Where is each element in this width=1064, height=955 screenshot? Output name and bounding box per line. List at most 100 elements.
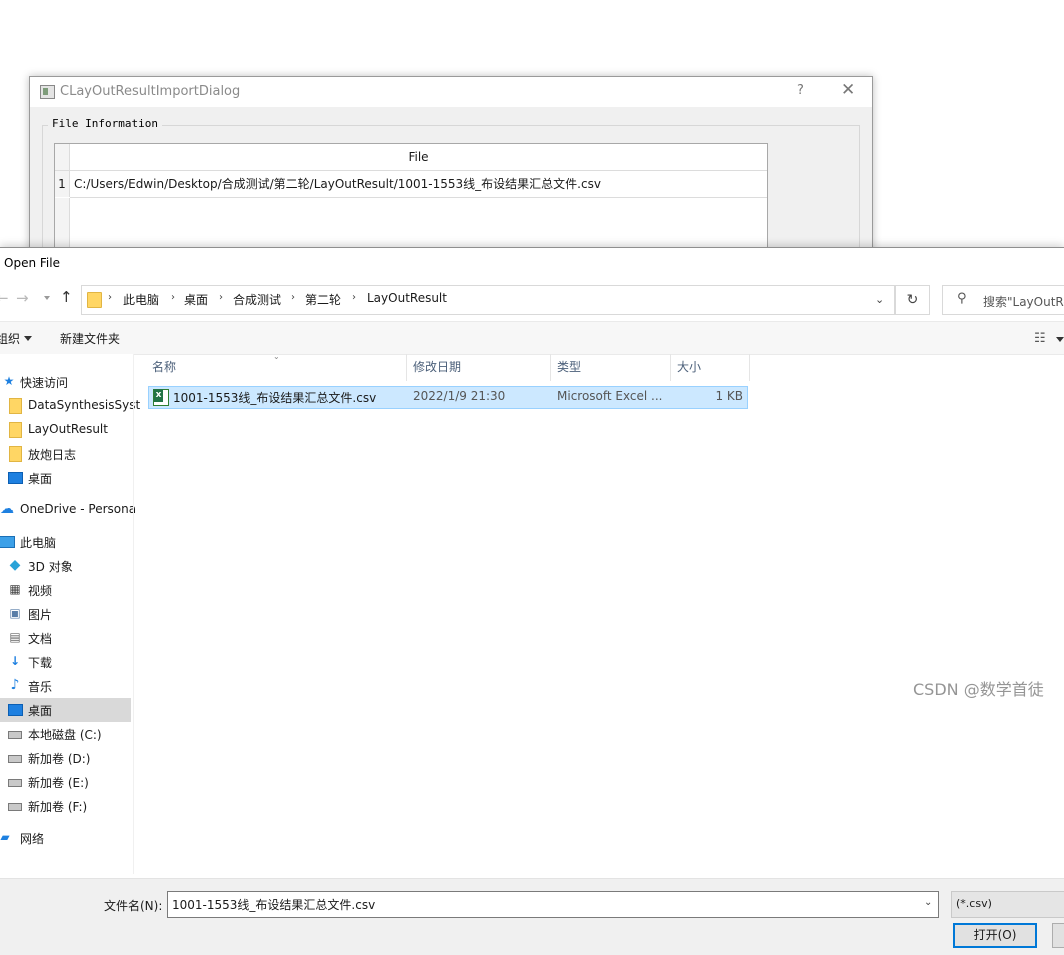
- organize-menu-button[interactable]: 组织: [0, 330, 20, 347]
- help-button[interactable]: ?: [797, 83, 804, 98]
- sidebar-item-label: 本地磁盘 (C:): [28, 728, 102, 742]
- sidebar-item-network[interactable]: ▰ 网络: [0, 826, 131, 850]
- file-type-filter-select[interactable]: (*.csv): [951, 891, 1064, 918]
- table-cell-file-path[interactable]: C:/Users/Edwin/Desktop/合成测试/第二轮/LayOutRe…: [74, 171, 601, 197]
- sidebar-item-quick-access[interactable]: ★ 快速访问: [0, 370, 131, 394]
- cancel-button[interactable]: [1052, 923, 1064, 948]
- file-table[interactable]: File 1 C:/Users/Edwin/Desktop/合成测试/第二轮/L…: [54, 143, 768, 257]
- sidebar-item-music[interactable]: ♪ 音乐: [0, 674, 131, 698]
- address-bar[interactable]: › 此电脑 › 桌面 › 合成测试 › 第二轮 › LayOutResult ⌄: [81, 285, 895, 315]
- background-titlebar: CLayOutResultImportDialog ? ✕: [30, 77, 872, 107]
- new-folder-button[interactable]: 新建文件夹: [60, 330, 120, 347]
- sidebar-item-drive-d[interactable]: 新加卷 (D:): [0, 746, 131, 770]
- sidebar-item-onedrive[interactable]: ☁ OneDrive - Persona: [0, 498, 136, 522]
- background-dialog: CLayOutResultImportDialog ? ✕ File Infor…: [29, 76, 873, 258]
- sidebar-item-drive-e[interactable]: 新加卷 (E:): [0, 770, 131, 794]
- column-header-size[interactable]: 大小: [671, 354, 750, 381]
- breadcrumb-separator-icon[interactable]: ›: [171, 292, 175, 303]
- sidebar-item-this-pc[interactable]: 此电脑: [0, 530, 131, 554]
- sidebar-item-label: 新加卷 (E:): [28, 776, 89, 790]
- sidebar-item-layoutresult[interactable]: LayOutResult: [0, 418, 131, 442]
- sidebar-item-shot-log[interactable]: 放炮日志: [0, 442, 131, 466]
- breadcrumb-item[interactable]: 第二轮: [305, 291, 341, 308]
- view-options-icon[interactable]: ☷: [1034, 331, 1046, 346]
- sidebar-item-label: 桌面: [28, 472, 53, 486]
- open-button[interactable]: 打开(O): [953, 923, 1037, 948]
- background-dialog-title: CLayOutResultImportDialog: [60, 84, 241, 99]
- up-arrow-icon[interactable]: ↑: [60, 288, 73, 306]
- recent-locations-chevron-icon[interactable]: [44, 296, 50, 300]
- sidebar-item-downloads[interactable]: ↓ 下载: [0, 650, 131, 674]
- file-type: Microsoft Excel ...: [557, 389, 663, 403]
- table-row-divider: [70, 197, 767, 198]
- sidebar-item-label: 快速访问: [20, 376, 69, 390]
- sidebar-item-label: 桌面: [28, 704, 53, 718]
- file-modified-date: 2022/1/9 21:30: [413, 389, 506, 403]
- filename-label: 文件名(N):: [104, 899, 163, 913]
- open-file-dialog: Open File ← → ↑ › 此电脑 › 桌面 › 合成测试 › 第二轮 …: [0, 247, 1064, 955]
- close-button[interactable]: ✕: [841, 80, 855, 100]
- breadcrumb-separator-icon[interactable]: ›: [352, 292, 356, 303]
- sidebar-item-drive-f[interactable]: 新加卷 (F:): [0, 794, 131, 818]
- folder-icon: [9, 446, 22, 462]
- folder-icon: [87, 292, 102, 308]
- cloud-icon: ☁: [0, 501, 14, 517]
- network-icon: ▰: [0, 830, 10, 844]
- desktop-icon: [8, 472, 23, 484]
- music-icon: ♪: [10, 677, 20, 693]
- cube-icon: ◆: [9, 557, 21, 573]
- sidebar-item-label: 网络: [20, 832, 45, 846]
- computer-icon: [0, 536, 15, 548]
- address-dropdown-chevron-icon[interactable]: ⌄: [875, 293, 884, 306]
- filename-panel: 文件名(N): 1001-1553线_布设结果汇总文件.csv ⌄ (*.csv…: [0, 878, 1064, 955]
- breadcrumb-separator-icon[interactable]: ›: [291, 292, 295, 303]
- table-row-header[interactable]: 1: [55, 171, 70, 197]
- search-placeholder: 搜索"LayOutRe: [983, 295, 1064, 309]
- sidebar-item-videos[interactable]: ▦ 视频: [0, 578, 131, 602]
- breadcrumb-item[interactable]: 桌面: [184, 291, 208, 308]
- folder-icon: [9, 422, 22, 438]
- column-header-label: 名称: [152, 360, 177, 374]
- dialog-title: Open File: [4, 256, 60, 270]
- drive-icon: [8, 803, 22, 811]
- sidebar-item-desktop-selected[interactable]: 桌面: [0, 698, 131, 722]
- file-list-item[interactable]: 1001-1553线_布设结果汇总文件.csv 2022/1/9 21:30 M…: [148, 386, 748, 409]
- drive-icon: [8, 755, 22, 763]
- app-window-icon: [40, 85, 55, 99]
- sidebar-item-label: 下载: [28, 656, 53, 670]
- sidebar-item-documents[interactable]: ▤ 文档: [0, 626, 131, 650]
- breadcrumb-separator-icon[interactable]: ›: [219, 292, 223, 303]
- sidebar-item-label: OneDrive - Persona: [20, 502, 137, 516]
- groupbox-title: File Information: [48, 117, 162, 130]
- pane-divider[interactable]: [133, 354, 134, 874]
- file-name: 1001-1553线_布设结果汇总文件.csv: [173, 391, 377, 405]
- search-icon: ⚲: [957, 291, 967, 306]
- sidebar-item-drive-c[interactable]: 本地磁盘 (C:): [0, 722, 131, 746]
- breadcrumb-separator-icon[interactable]: ›: [108, 292, 112, 303]
- navigation-pane[interactable]: ★ 快速访问 DataSynthesisSyst LayOutResult 放炮…: [0, 354, 140, 874]
- breadcrumb-item[interactable]: 合成测试: [233, 291, 281, 308]
- refresh-icon[interactable]: ↻: [895, 285, 930, 315]
- table-corner-button[interactable]: [55, 144, 70, 171]
- watermark: CSDN @数学首徒: [913, 680, 1044, 699]
- sidebar-item-3d-objects[interactable]: ◆ 3D 对象: [0, 554, 131, 578]
- file-type-filter-value: (*.csv): [956, 897, 992, 910]
- forward-arrow-icon[interactable]: →: [16, 289, 29, 307]
- command-toolbar: 组织 新建文件夹 ☷: [0, 321, 1064, 355]
- filename-input[interactable]: 1001-1553线_布设结果汇总文件.csv ⌄: [167, 891, 939, 918]
- search-input[interactable]: ⚲ 搜索"LayOutRe: [942, 285, 1064, 315]
- back-arrow-icon[interactable]: ←: [0, 289, 9, 307]
- chevron-down-icon[interactable]: [1056, 337, 1064, 342]
- sidebar-item-datasynthesis[interactable]: DataSynthesisSyst: [0, 394, 140, 418]
- breadcrumb-item-current[interactable]: LayOutResult: [367, 291, 447, 305]
- breadcrumb-item[interactable]: 此电脑: [123, 291, 159, 308]
- sidebar-item-label: 文档: [28, 632, 53, 646]
- table-column-header-file[interactable]: File: [70, 144, 767, 171]
- document-icon: ▤: [9, 630, 21, 644]
- sidebar-item-desktop-quick[interactable]: 桌面: [0, 466, 131, 490]
- column-header-type[interactable]: 类型: [551, 354, 671, 381]
- sidebar-item-pictures[interactable]: ▣ 图片: [0, 602, 131, 626]
- chevron-down-icon[interactable]: [24, 336, 32, 341]
- column-header-modified[interactable]: 修改日期: [407, 354, 551, 381]
- chevron-down-icon[interactable]: ⌄: [924, 897, 932, 908]
